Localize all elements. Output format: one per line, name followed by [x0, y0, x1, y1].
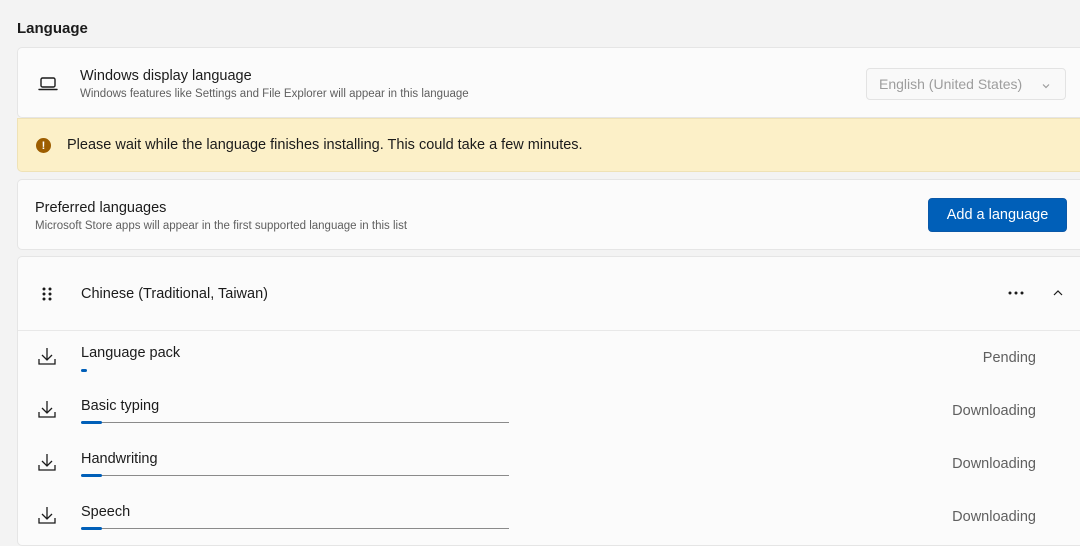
progress-bar [81, 421, 509, 424]
preferred-languages-card: Preferred languages Microsoft Store apps… [17, 179, 1080, 250]
progress-fill [81, 421, 103, 424]
feature-name: Handwriting [81, 451, 158, 467]
preferred-languages-title: Preferred languages [35, 200, 167, 216]
feature-status: Downloading [952, 509, 1036, 525]
download-icon [37, 505, 57, 530]
feature-status: Downloading [952, 403, 1036, 419]
progress-fill [81, 474, 103, 477]
language-item-header[interactable]: Chinese (Traditional, Taiwan) [18, 257, 1080, 331]
laptop-icon [37, 75, 59, 93]
progress-bar [81, 474, 509, 477]
chevron-up-icon[interactable] [1048, 283, 1068, 303]
progress-fill [81, 527, 103, 530]
display-language-subtitle: Windows features like Settings and File … [80, 88, 469, 100]
install-info-message: Please wait while the language finishes … [67, 137, 583, 153]
more-options-icon[interactable] [1004, 283, 1028, 303]
download-icon [37, 399, 57, 424]
download-icon [37, 346, 57, 371]
feature-row-handwriting: Handwriting Downloading [18, 436, 1080, 489]
feature-name: Basic typing [81, 398, 160, 414]
feature-status: Pending [982, 350, 1036, 366]
drag-handle-icon[interactable] [40, 285, 54, 303]
add-language-button[interactable]: Add a language [928, 198, 1067, 232]
preferred-languages-subtitle: Microsoft Store apps will appear in the … [35, 220, 408, 232]
progress-indicator [81, 369, 87, 372]
display-language-title: Windows display language [80, 68, 252, 84]
progress-bar [81, 527, 509, 530]
install-info-bar: ! Please wait while the language finishe… [17, 118, 1080, 172]
feature-row-language-pack: Language pack Pending [18, 330, 1080, 383]
warning-icon: ! [36, 138, 51, 153]
feature-status: Downloading [952, 456, 1036, 472]
display-language-dropdown[interactable]: English (United States) [866, 68, 1066, 100]
download-icon [37, 452, 57, 477]
feature-row-speech: Speech Downloading [18, 489, 1080, 542]
feature-row-basic-typing: Basic typing Downloading [18, 383, 1080, 436]
language-item-name: Chinese (Traditional, Taiwan) [81, 286, 268, 302]
feature-name: Speech [81, 504, 131, 520]
section-title: Language [17, 20, 88, 37]
language-item-card: Chinese (Traditional, Taiwan) Language p… [17, 256, 1080, 546]
chevron-down-icon [1041, 78, 1051, 94]
display-language-selected: English (United States) [879, 76, 1023, 92]
feature-name: Language pack [81, 345, 181, 361]
display-language-card: Windows display language Windows feature… [17, 47, 1080, 118]
